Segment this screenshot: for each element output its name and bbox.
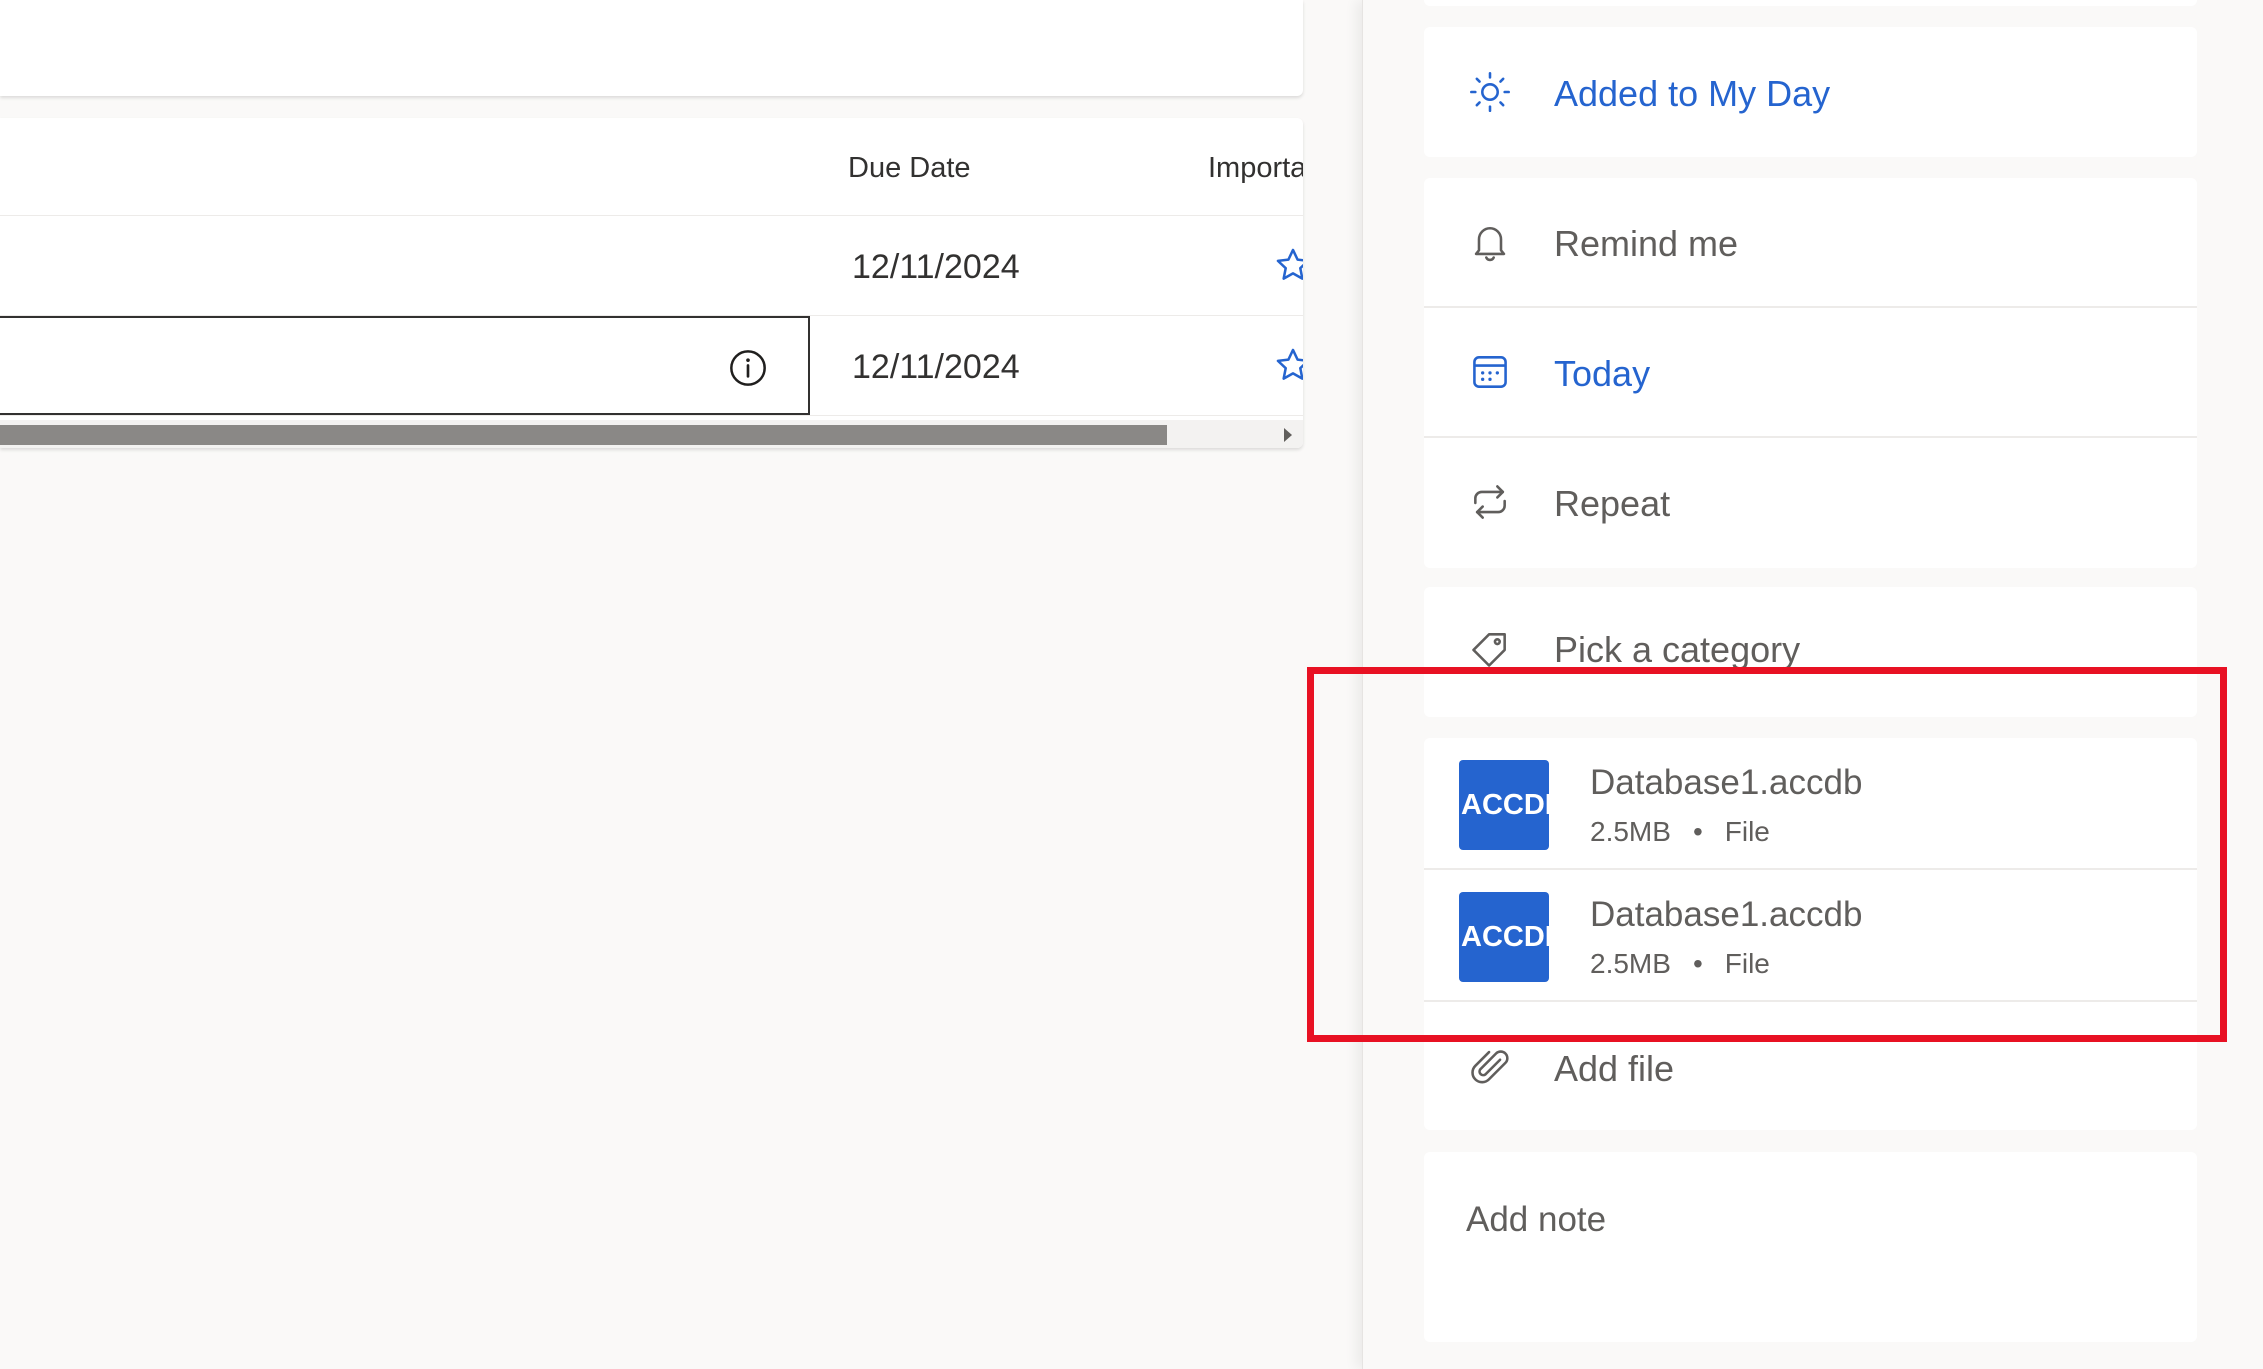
dates-card: Remind me Today Repeat (1424, 178, 2197, 568)
app-window: Due Date Importa 12/11/2024 12/11/2024 A… (0, 0, 2263, 1369)
star-icon[interactable] (1274, 346, 1303, 384)
separator-dot: • (1692, 816, 1703, 847)
attached-file-item[interactable]: ACCDB Database1.accdb 2.5MB • File (1424, 738, 2197, 870)
pick-category-button[interactable]: Pick a category (1424, 587, 2197, 717)
table-header: Due Date Importa (0, 118, 1303, 216)
task-title-cell-selected[interactable] (0, 316, 810, 415)
repeat-icon (1468, 480, 1512, 524)
scroll-right-arrow-icon[interactable] (1284, 428, 1292, 442)
file-meta: 2.5MB • File (1590, 948, 1770, 980)
bell-icon (1468, 220, 1512, 264)
star-icon[interactable] (1274, 246, 1303, 284)
due-date-cell: 12/11/2024 (852, 348, 1020, 386)
horizontal-scrollbar[interactable] (0, 420, 1303, 448)
attached-file-item[interactable]: ACCDB Database1.accdb 2.5MB • File (1424, 870, 2197, 1002)
info-icon[interactable] (728, 348, 768, 388)
file-meta: 2.5MB • File (1590, 816, 1770, 848)
calendar-icon (1468, 350, 1512, 394)
my-day-card[interactable]: Added to My Day (1424, 27, 2197, 157)
due-date-button[interactable]: Today (1424, 308, 2197, 438)
files-card: ACCDB Database1.accdb 2.5MB • File ACCDB D… (1424, 738, 2197, 1130)
remind-me-button[interactable]: Remind me (1424, 178, 2197, 308)
category-label: Pick a category (1554, 629, 1801, 670)
accdb-file-icon: ACCDB (1459, 760, 1549, 850)
scrollbar-thumb[interactable] (0, 425, 1167, 445)
added-to-my-day-button[interactable]: Added to My Day (1424, 27, 2197, 157)
file-size: 2.5MB (1590, 816, 1671, 847)
file-size: 2.5MB (1590, 948, 1671, 979)
tag-icon (1468, 627, 1512, 671)
task-title-card (1424, 0, 2197, 6)
table-row[interactable]: 12/11/2024 (0, 316, 1303, 416)
repeat-button[interactable]: Repeat (1424, 438, 2197, 568)
file-name: Database1.accdb (1590, 763, 1863, 802)
note-card[interactable]: Add note (1424, 1152, 2197, 1342)
sun-icon (1468, 70, 1512, 114)
add-note-field[interactable]: Add note (1466, 1200, 1606, 1240)
task-list-area: Due Date Importa 12/11/2024 12/11/2024 (0, 0, 1362, 1369)
category-card: Pick a category (1424, 587, 2197, 717)
repeat-label: Repeat (1554, 483, 1671, 524)
due-date-cell: 12/11/2024 (852, 248, 1020, 286)
accdb-file-icon: ACCDB (1459, 892, 1549, 982)
task-table: Due Date Importa 12/11/2024 12/11/2024 (0, 118, 1303, 448)
separator-dot: • (1692, 948, 1703, 979)
add-task-card[interactable] (0, 0, 1303, 96)
file-type: File (1724, 816, 1770, 847)
column-header-due-date[interactable]: Due Date (848, 152, 971, 185)
add-file-button[interactable]: Add file (1424, 1002, 2197, 1130)
file-name: Database1.accdb (1590, 895, 1863, 934)
table-row[interactable]: 12/11/2024 (0, 216, 1303, 316)
column-header-importance[interactable]: Importa (1208, 152, 1303, 185)
remind-me-label: Remind me (1554, 223, 1739, 264)
my-day-label: Added to My Day (1554, 73, 1831, 114)
add-file-label: Add file (1554, 1048, 1675, 1089)
paperclip-icon (1468, 1046, 1512, 1090)
file-type: File (1724, 948, 1770, 979)
due-date-label: Today (1554, 353, 1651, 394)
task-detail-panel: Added to My Day Remind me Today Repeat P… (1362, 0, 2263, 1369)
